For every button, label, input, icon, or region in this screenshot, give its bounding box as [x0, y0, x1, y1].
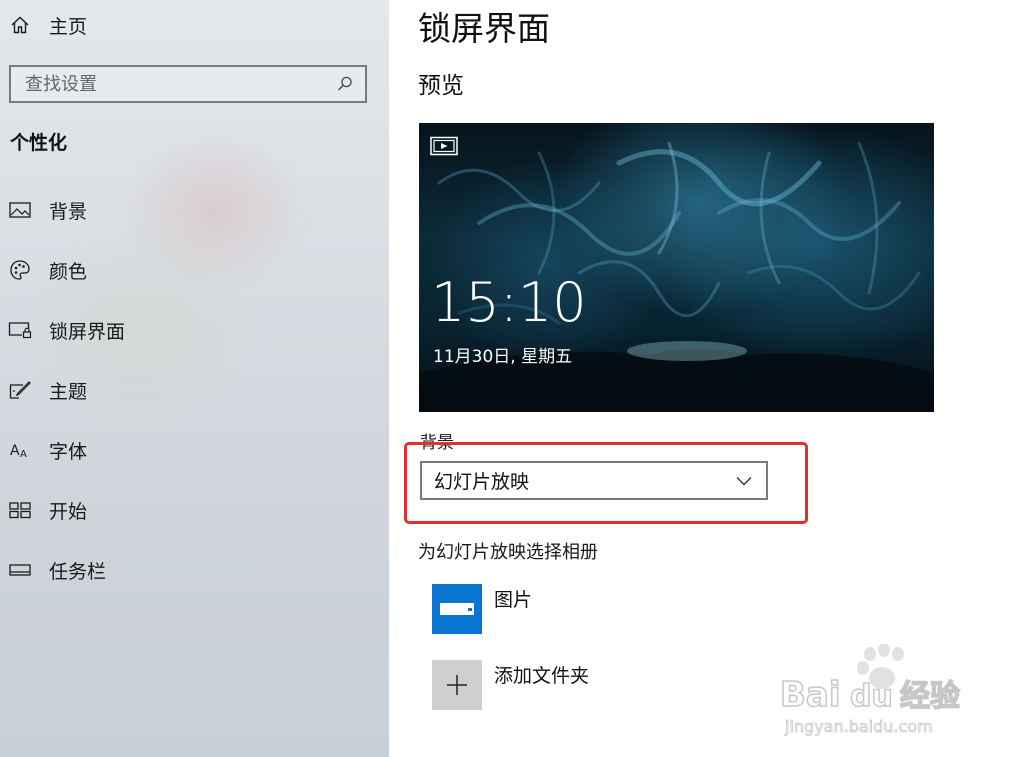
- sidebar-item-themes[interactable]: 主题: [0, 360, 389, 420]
- background-dropdown-value: 幻灯片放映: [434, 471, 530, 493]
- theme-brush-icon: [8, 378, 32, 402]
- sidebar-item-label: 颜色: [49, 260, 88, 283]
- background-label: 背景: [420, 433, 454, 453]
- preview-ice-cave-image: [419, 141, 934, 412]
- sidebar-item-label: 任务栏: [49, 560, 107, 583]
- preview-heading: 预览: [418, 73, 464, 99]
- start-icon: [8, 498, 32, 522]
- album-item-add-folder[interactable]: 添加文件夹: [432, 660, 589, 710]
- sidebar: 主页 个性化 背景 颜色 锁屏界面: [0, 0, 389, 757]
- album-label: 添加文件夹: [494, 665, 590, 687]
- sidebar-item-label: 背景: [49, 200, 88, 223]
- sidebar-item-lock-screen[interactable]: 锁屏界面: [0, 300, 389, 360]
- taskbar-icon: [8, 558, 32, 582]
- sidebar-item-background[interactable]: 背景: [0, 180, 389, 240]
- preview-date: 11月30日, 星期五: [433, 347, 573, 367]
- nav-home-label: 主页: [49, 15, 88, 38]
- section-title: 个性化: [10, 132, 68, 154]
- image-icon: [8, 198, 32, 222]
- font-icon: AA: [8, 438, 32, 462]
- sidebar-item-label: 字体: [49, 440, 88, 463]
- pictures-folder-icon: [432, 584, 482, 634]
- sidebar-item-colors[interactable]: 颜色: [0, 240, 389, 300]
- palette-icon: [8, 258, 32, 282]
- sidebar-item-start[interactable]: 开始: [0, 480, 389, 540]
- nav-home[interactable]: 主页: [8, 10, 87, 40]
- sidebar-item-label: 开始: [49, 500, 88, 523]
- album-heading: 为幻灯片放映选择相册: [418, 542, 598, 563]
- chevron-down-icon: [732, 469, 756, 493]
- search-box: [9, 65, 367, 103]
- preview-time: 15:10: [431, 271, 587, 334]
- plus-icon: [432, 660, 482, 710]
- main-content: 锁屏界面 预览 15:10 11月30日, 星期五 背景 幻灯片放映 为幻灯片放…: [389, 0, 1018, 757]
- background-dropdown[interactable]: 幻灯片放映: [420, 461, 768, 500]
- page-title: 锁屏界面: [418, 9, 550, 48]
- sidebar-item-label: 主题: [49, 380, 88, 403]
- sidebar-item-fonts[interactable]: AA 字体: [0, 420, 389, 480]
- album-label: 图片: [494, 589, 533, 611]
- lock-screen-preview: 15:10 11月30日, 星期五: [419, 123, 934, 412]
- svg-text:A: A: [20, 449, 27, 459]
- lock-screen-icon: [8, 318, 32, 342]
- slideshow-icon: [430, 136, 458, 156]
- search-icon[interactable]: [333, 72, 357, 96]
- sidebar-item-taskbar[interactable]: 任务栏: [0, 540, 389, 600]
- album-item-pictures[interactable]: 图片: [432, 584, 532, 634]
- search-input[interactable]: [11, 67, 333, 101]
- home-icon: [8, 13, 32, 37]
- sidebar-item-label: 锁屏界面: [49, 320, 126, 343]
- svg-text:A: A: [10, 443, 20, 459]
- nav-list: 背景 颜色 锁屏界面 主题 AA 字体 开始 任务栏: [0, 180, 389, 600]
